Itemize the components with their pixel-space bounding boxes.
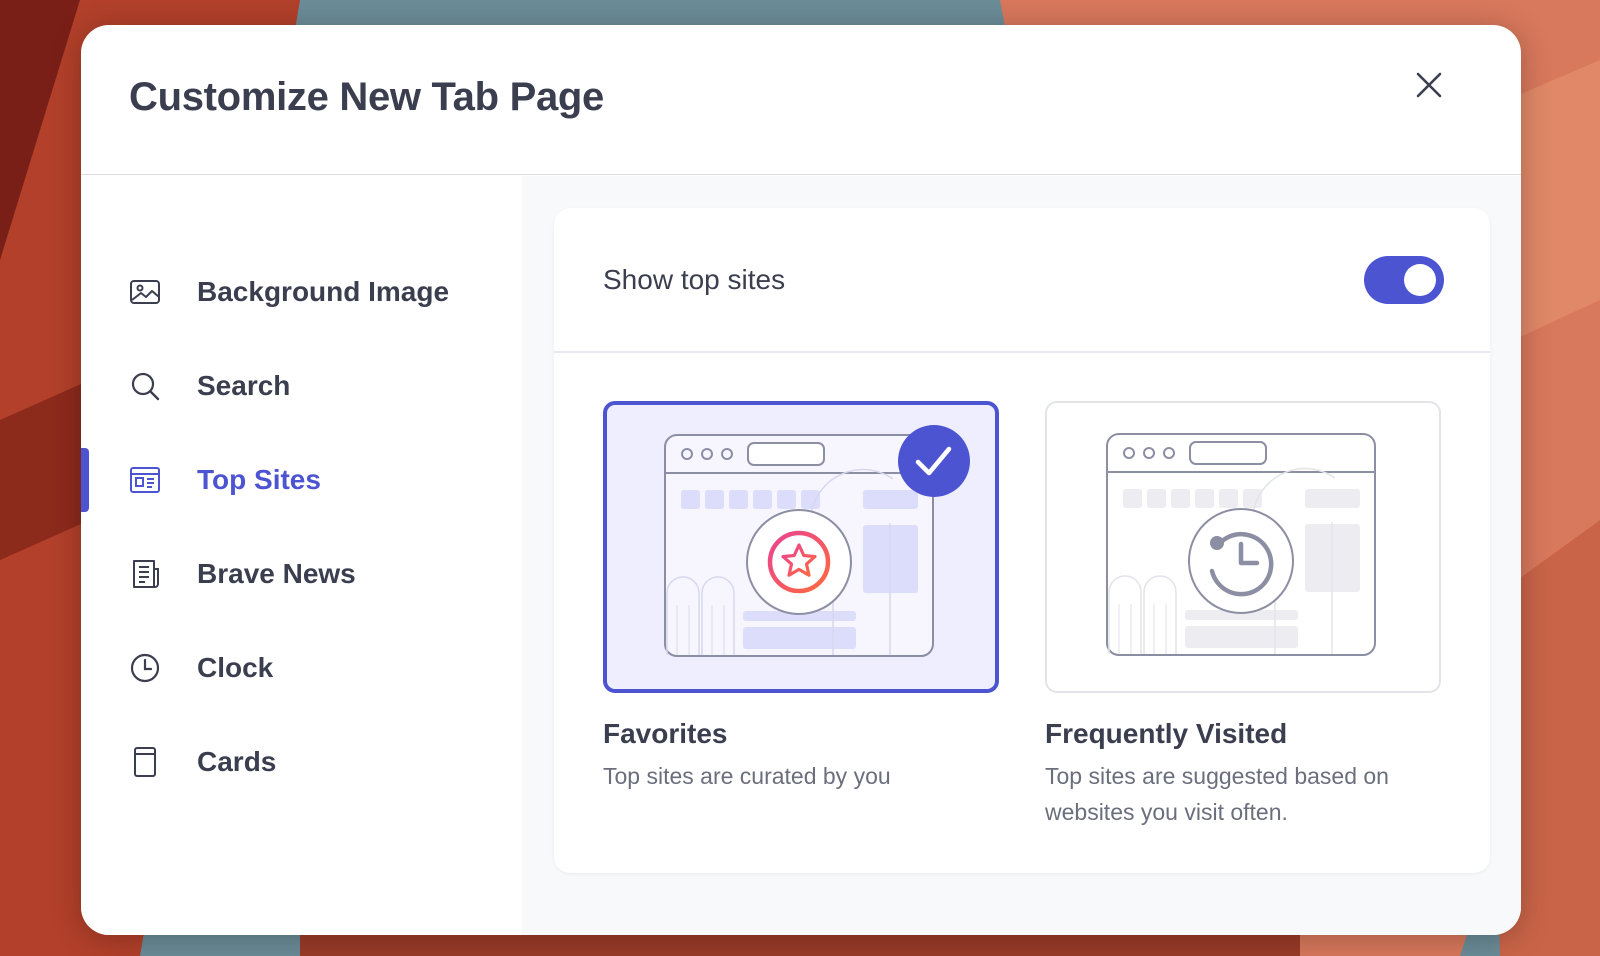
sidebar-item-label: Cards <box>197 746 277 777</box>
dialog-title: Customize New Tab Page <box>129 75 604 119</box>
top-sites-icon <box>130 467 160 493</box>
cards-icon <box>134 747 156 777</box>
settings-sidebar: Background Image Search Top Sites Brave … <box>81 176 522 935</box>
frequently-visited-option[interactable] <box>1045 401 1441 693</box>
show-top-sites-row: Show top sites <box>554 208 1490 353</box>
favorites-illustration <box>664 425 970 657</box>
sidebar-item-label: Brave News <box>197 558 356 589</box>
sidebar-item-top-sites[interactable]: Top Sites <box>81 448 522 512</box>
news-icon <box>133 560 159 588</box>
frequently-visited-illustration <box>1106 433 1376 656</box>
frequently-visited-description: Top sites are suggested based on website… <box>1045 763 1389 825</box>
search-icon <box>131 372 160 401</box>
sidebar-item-background-image[interactable]: Background Image <box>81 260 522 324</box>
sidebar-item-label: Clock <box>197 652 274 683</box>
active-indicator <box>81 448 89 512</box>
show-top-sites-label: Show top sites <box>603 264 786 295</box>
sidebar-item-label: Search <box>197 370 291 401</box>
sidebar-item-label: Background Image <box>197 276 450 307</box>
favorites-description: Top sites are curated by you <box>603 763 891 789</box>
sidebar-item-cards[interactable]: Cards <box>81 730 522 794</box>
top-sites-settings: Show top sites Favorites Top sites are c… <box>522 176 1521 935</box>
sidebar-item-brave-news[interactable]: Brave News <box>81 542 522 606</box>
toggle-knob <box>1404 264 1436 296</box>
show-top-sites-toggle[interactable] <box>1364 256 1444 304</box>
settings-card: Show top sites Favorites Top sites are c… <box>554 208 1490 873</box>
dialog-header: Customize New Tab Page <box>81 25 1521 175</box>
favorites-title: Favorites <box>603 718 728 749</box>
clock-icon <box>130 653 160 683</box>
close-icon <box>1416 72 1442 98</box>
close-button[interactable] <box>1405 61 1453 109</box>
sidebar-item-search[interactable]: Search <box>81 354 522 418</box>
customize-dialog: Customize New Tab Page Background Image … <box>81 25 1521 935</box>
favorites-option[interactable] <box>603 401 999 693</box>
frequently-visited-title: Frequently Visited <box>1045 718 1288 749</box>
sidebar-item-clock[interactable]: Clock <box>81 636 522 700</box>
sidebar-item-label: Top Sites <box>197 464 321 495</box>
image-icon <box>130 280 160 304</box>
